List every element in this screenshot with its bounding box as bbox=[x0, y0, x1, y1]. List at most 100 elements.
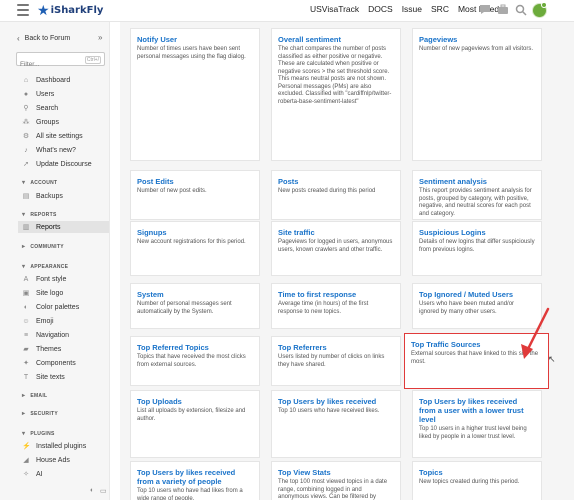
report-description: Users who have been muted and/or ignored… bbox=[419, 301, 515, 315]
report-card[interactable]: Top Users by likes received Top 10 users… bbox=[271, 390, 401, 458]
report-card[interactable]: Top Uploads List all uploads by extensio… bbox=[130, 390, 260, 458]
report-card[interactable]: Top Ignored / Muted Users Users who have… bbox=[412, 283, 542, 329]
report-title[interactable]: Notify User bbox=[137, 35, 253, 44]
sidebar-item-font-style[interactable]: A Font style bbox=[22, 274, 67, 284]
section-email[interactable]: ▸ EMAIL bbox=[22, 392, 47, 400]
report-title[interactable]: Top Users by likes received from a user … bbox=[419, 397, 535, 424]
section-security[interactable]: ▸ SECURITY bbox=[22, 410, 58, 418]
section-account[interactable]: ▾ ACCOUNT bbox=[22, 179, 58, 187]
report-card[interactable]: Time to first response Average time (in … bbox=[271, 283, 401, 329]
report-title[interactable]: Top Ignored / Muted Users bbox=[419, 290, 535, 299]
filter-input[interactable] bbox=[17, 59, 79, 70]
report-card[interactable]: Top Users by likes received from a user … bbox=[412, 390, 542, 458]
report-title[interactable]: Post Edits bbox=[137, 177, 253, 186]
report-description: Pageviews for logged in users, anonymous… bbox=[278, 239, 393, 253]
sidebar-item-whats-new[interactable]: ♪ What's new? bbox=[22, 145, 76, 155]
sidebar-item-site-texts[interactable]: T Site texts bbox=[22, 372, 65, 382]
chevron-right-icon: ▸ bbox=[22, 244, 26, 250]
chat-icon[interactable] bbox=[478, 4, 491, 17]
report-card-top-traffic-sources[interactable]: Top Traffic Sources External sources tha… bbox=[404, 333, 549, 389]
keyboard-icon[interactable]: ▭ bbox=[100, 487, 107, 495]
report-card[interactable]: Top Referred Topics Topics that have rec… bbox=[130, 336, 260, 386]
report-title[interactable]: Signups bbox=[137, 228, 253, 237]
sidebar-item-label: What's new? bbox=[36, 146, 76, 154]
report-title[interactable]: Suspicious Logins bbox=[419, 228, 535, 237]
sidebar-item-site-logo[interactable]: ▣ Site logo bbox=[22, 288, 64, 298]
report-title[interactable]: Time to first response bbox=[278, 290, 394, 299]
report-title[interactable]: Top Uploads bbox=[137, 397, 253, 406]
sidebar-item-emoji[interactable]: ☺ Emoji bbox=[22, 316, 53, 326]
report-card[interactable]: Pageviews Number of new pageviews from a… bbox=[412, 28, 542, 161]
nav-link-issue[interactable]: Issue bbox=[402, 4, 422, 14]
report-title[interactable]: Top View Stats bbox=[278, 468, 394, 477]
report-card[interactable]: Overall sentiment The chart compares the… bbox=[271, 28, 401, 161]
briefcase-icon[interactable] bbox=[496, 4, 509, 17]
home-icon: ⌂ bbox=[23, 76, 29, 84]
sidebar-item-color-palettes[interactable]: ◐ Color palettes bbox=[22, 302, 79, 312]
sidebar-item-users[interactable]: ● Users bbox=[22, 89, 54, 99]
report-title[interactable]: Posts bbox=[278, 177, 394, 186]
report-card[interactable]: Sentiment analysis This report provides … bbox=[412, 170, 542, 220]
sidebar-filter[interactable]: Ctrl+/ bbox=[16, 52, 105, 70]
report-card[interactable]: Site traffic Pageviews for logged in use… bbox=[271, 221, 401, 276]
section-appearance[interactable]: ▾ APPEARANCE bbox=[22, 263, 68, 271]
report-description: New topics created during this period. bbox=[419, 479, 520, 485]
site-logo[interactable]: ★ iSharkFly bbox=[37, 3, 103, 17]
report-title[interactable]: Pageviews bbox=[419, 35, 535, 44]
sidebar-item-themes[interactable]: ▰ Themes bbox=[22, 344, 61, 354]
sidebar-item-backups[interactable]: ▤ Backups bbox=[22, 191, 63, 201]
report-card[interactable]: Suspicious Logins Details of new logins … bbox=[412, 221, 542, 276]
chevron-right-icon: ▸ bbox=[22, 411, 26, 417]
report-description: Top 10 users in a higher trust level bei… bbox=[419, 426, 527, 440]
hamburger-menu-icon[interactable] bbox=[17, 4, 29, 16]
section-label: COMMUNITY bbox=[30, 243, 64, 250]
sidebar-item-update-discourse[interactable]: ➚ Update Discourse bbox=[22, 159, 92, 169]
back-to-forum-link[interactable]: ‹ Back to Forum bbox=[17, 34, 70, 43]
sidebar-item-ai[interactable]: ✧ AI bbox=[22, 469, 43, 479]
nav-link-src[interactable]: SRC bbox=[431, 4, 449, 14]
sidebar-item-dashboard[interactable]: ⌂ Dashboard bbox=[22, 75, 70, 85]
section-plugins[interactable]: ▾ PLUGINS bbox=[22, 430, 55, 438]
sidebar-item-label: Site texts bbox=[36, 373, 65, 381]
report-card[interactable]: Posts New posts created during this peri… bbox=[271, 170, 401, 220]
section-reports[interactable]: ▾ REPORTS bbox=[22, 211, 57, 219]
report-card[interactable]: Top Users by likes received from a varie… bbox=[130, 461, 260, 500]
report-card[interactable]: Post Edits Number of new post edits. bbox=[130, 170, 260, 220]
report-card[interactable]: Top View Stats The top 100 most viewed t… bbox=[271, 461, 401, 500]
report-description: The top 100 most viewed topics in a date… bbox=[278, 479, 388, 500]
report-title[interactable]: Site traffic bbox=[278, 228, 394, 237]
sidebar-item-site-settings[interactable]: ⚙ All site settings bbox=[22, 131, 83, 141]
section-label: ACCOUNT bbox=[30, 179, 58, 186]
report-card[interactable]: Signups New account registrations for th… bbox=[130, 221, 260, 276]
report-title[interactable]: Topics bbox=[419, 468, 535, 477]
report-title[interactable]: Top Referred Topics bbox=[137, 343, 253, 352]
report-title[interactable]: Sentiment analysis bbox=[419, 177, 535, 186]
sidebar-item-reports[interactable]: ▥ Reports bbox=[22, 222, 61, 232]
sidebar-item-installed-plugins[interactable]: ⚡ Installed plugins bbox=[22, 441, 86, 451]
report-title[interactable]: System bbox=[137, 290, 253, 299]
theme-toggle-icon[interactable]: ◐ bbox=[90, 487, 94, 494]
nav-link-docs[interactable]: DOCS bbox=[368, 4, 393, 14]
sidebar-item-search[interactable]: ⚲ Search bbox=[22, 103, 58, 113]
sidebar-item-navigation[interactable]: ≡ Navigation bbox=[22, 330, 69, 340]
report-title[interactable]: Top Users by likes received bbox=[278, 397, 394, 406]
report-title[interactable]: Top Referrers bbox=[278, 343, 394, 352]
report-card[interactable]: Notify User Number of times users have b… bbox=[130, 28, 260, 161]
sidebar-item-components[interactable]: ✦ Components bbox=[22, 358, 76, 368]
report-title[interactable]: Overall sentiment bbox=[278, 35, 394, 44]
report-title[interactable]: Top Traffic Sources bbox=[411, 340, 542, 349]
report-card[interactable]: Topics New topics created during this pe… bbox=[412, 461, 542, 500]
report-card[interactable]: System Number of personal messages sent … bbox=[130, 283, 260, 329]
report-description: Number of new post edits. bbox=[137, 188, 207, 194]
search-icon[interactable] bbox=[514, 4, 527, 17]
report-card[interactable]: Top Referrers Users listed by number of … bbox=[271, 336, 401, 386]
sidebar-item-groups[interactable]: ⁂ Groups bbox=[22, 117, 59, 127]
section-label: SECURITY bbox=[30, 410, 58, 417]
section-community[interactable]: ▸ COMMUNITY bbox=[22, 243, 64, 251]
report-title[interactable]: Top Users by likes received from a varie… bbox=[137, 468, 253, 486]
collapse-sidebar-icon[interactable]: » bbox=[98, 33, 102, 42]
nav-link-usvisatrack[interactable]: USVisaTrack bbox=[310, 4, 359, 14]
sidebar-item-label: Backups bbox=[36, 192, 63, 200]
report-description: Top 10 users who have had likes from a w… bbox=[137, 488, 243, 500]
sidebar-item-house-ads[interactable]: ◢ House Ads bbox=[22, 455, 70, 465]
